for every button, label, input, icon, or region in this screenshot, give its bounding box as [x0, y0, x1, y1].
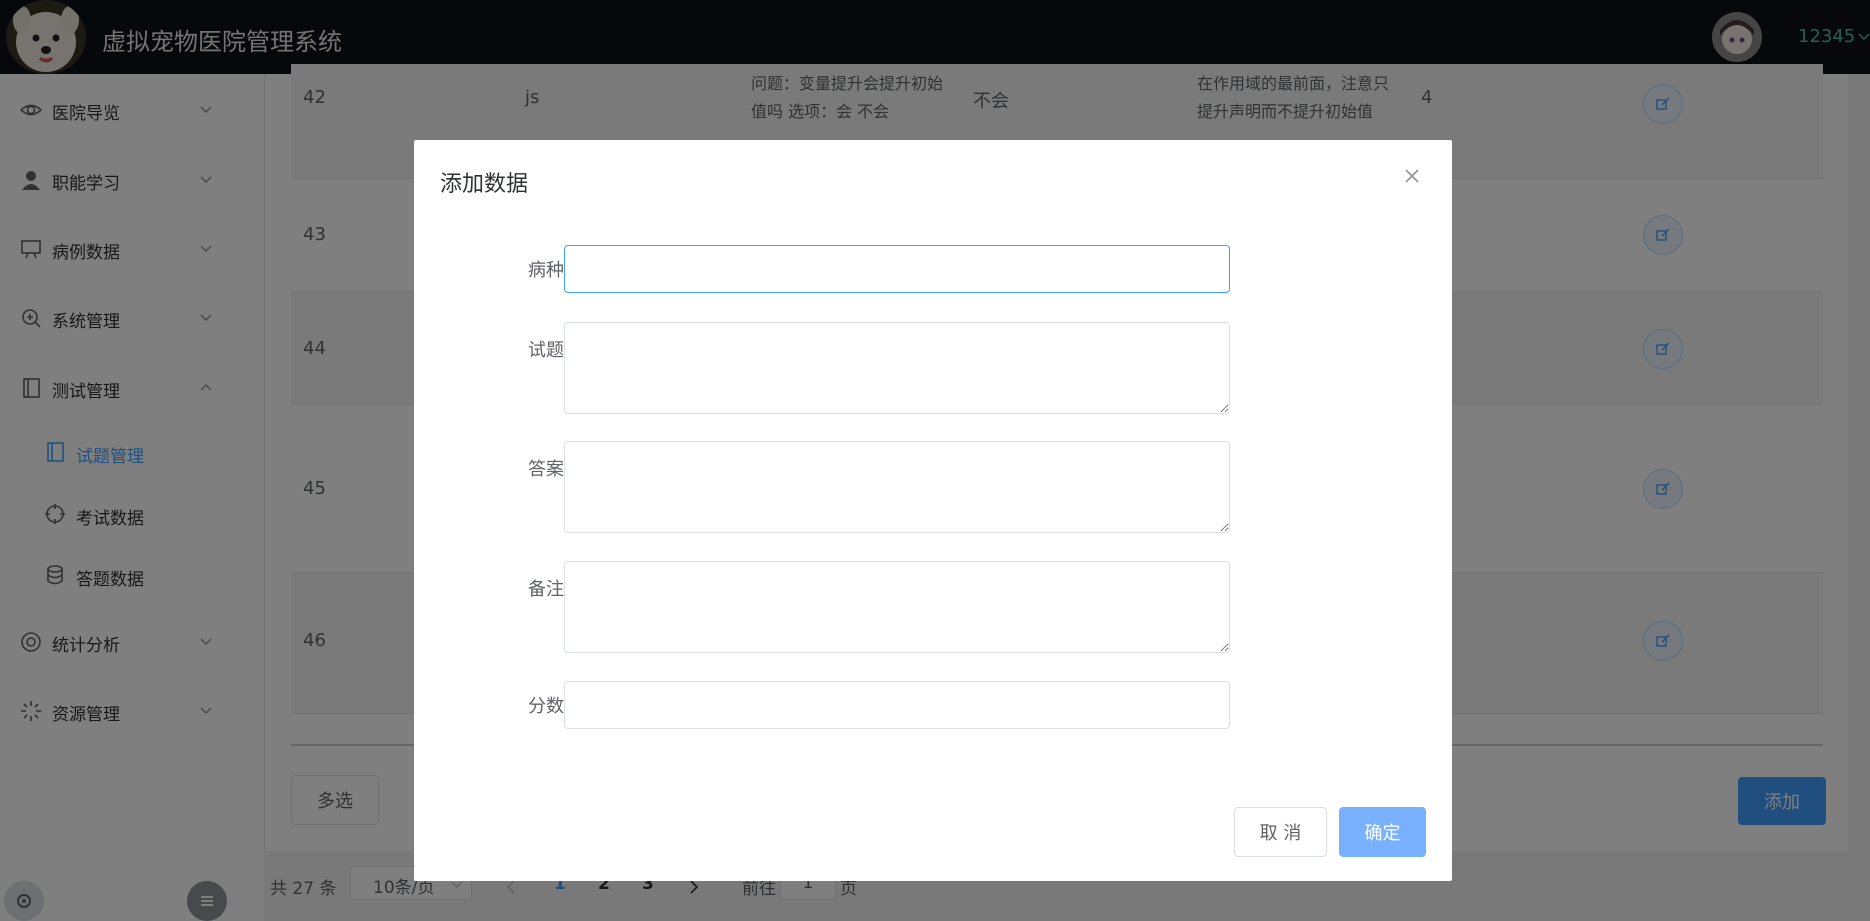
disease-label: 病种 — [528, 260, 564, 281]
note-label: 备注 — [528, 579, 564, 600]
add-data-dialog: 添加数据 病种 试题 答案 备注 分数 取 消 确定 — [414, 140, 1452, 881]
close-icon[interactable] — [1402, 166, 1422, 186]
question-textarea[interactable] — [564, 322, 1230, 414]
disease-input[interactable] — [564, 245, 1230, 293]
question-label: 试题 — [528, 340, 564, 361]
cancel-button[interactable]: 取 消 — [1234, 807, 1327, 857]
answer-label: 答案 — [528, 459, 564, 480]
answer-textarea[interactable] — [564, 441, 1230, 533]
score-label: 分数 — [528, 696, 564, 717]
confirm-button[interactable]: 确定 — [1339, 807, 1426, 857]
note-textarea[interactable] — [564, 561, 1230, 653]
score-input[interactable] — [564, 681, 1230, 729]
dialog-title: 添加数据 — [440, 172, 529, 197]
